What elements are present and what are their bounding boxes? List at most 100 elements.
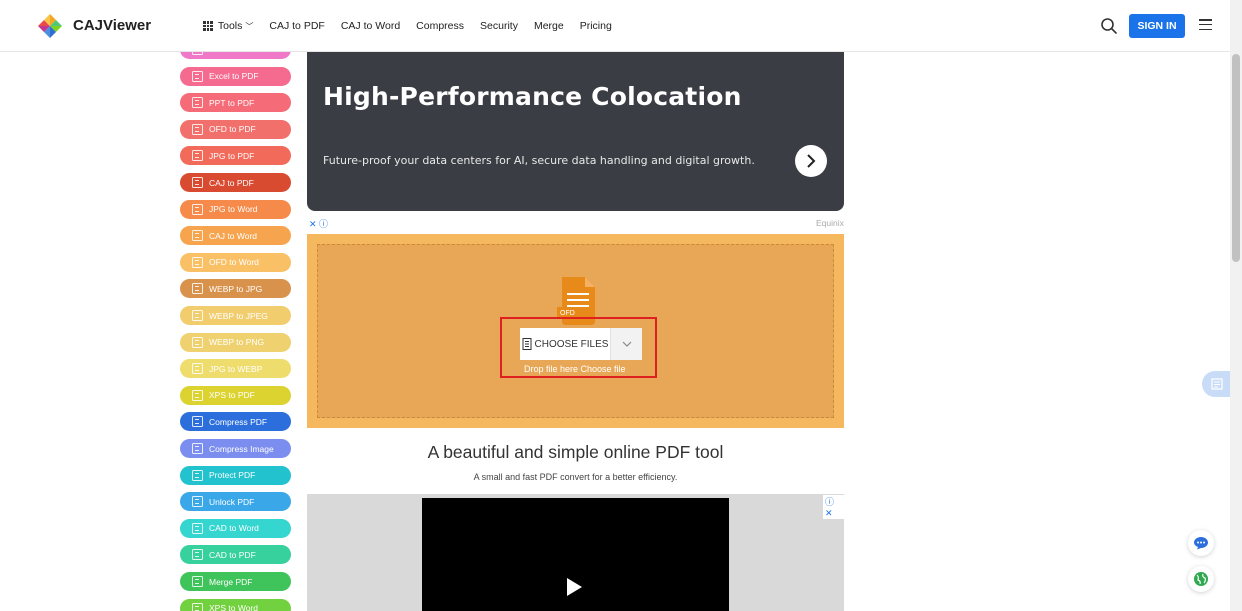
sidebar-item[interactable]: Protect PDF — [180, 465, 291, 485]
sign-in-button[interactable]: SIGN IN — [1129, 14, 1185, 38]
sidebar-item-label: XPS to Word — [209, 603, 258, 611]
sidebar-item[interactable]: OFD to Word — [180, 252, 291, 272]
tool-icon — [192, 522, 203, 534]
video-ad-close-icon[interactable]: ⓘ ✕ — [823, 495, 844, 519]
sidebar-item-label: JPG to Word — [209, 204, 258, 215]
tool-icon — [192, 336, 203, 348]
search-icon[interactable] — [1100, 17, 1118, 35]
chat-button[interactable] — [1188, 530, 1214, 556]
sidebar-item[interactable]: Excel to PDF — [180, 66, 291, 86]
sidebar-item[interactable]: CAJ to PDF — [180, 173, 291, 192]
language-button[interactable] — [1188, 566, 1214, 592]
nav-pricing[interactable]: Pricing — [580, 20, 612, 32]
nav-security[interactable]: Security — [480, 20, 518, 32]
sidebar-item-label: CAD to PDF — [209, 549, 256, 560]
ad-close-icon[interactable]: ✕ ⓘ — [309, 217, 328, 230]
sidebar-item-label: WEBP to JPEG — [209, 310, 268, 321]
sidebar-item-label: CAJ to Word — [209, 230, 258, 241]
nav-compress[interactable]: Compress — [416, 20, 464, 32]
ad-subtitle: Future-proof your data centers for AI, s… — [323, 154, 755, 167]
video-ad[interactable]: ⓘ ✕ — [307, 494, 844, 611]
ad-banner[interactable]: High-Performance Colocation Future-proof… — [307, 52, 844, 211]
sidebar-item[interactable]: JPG to Word — [180, 199, 291, 219]
grid-icon — [203, 21, 213, 31]
tool-icon — [192, 203, 203, 215]
sidebar-item[interactable]: CAJ to Word — [180, 226, 291, 246]
sidebar-item[interactable]: Merge PDF — [180, 572, 291, 591]
file-upload-icon — [522, 338, 532, 350]
brand-name[interactable]: CAJViewer — [73, 17, 151, 34]
sidebar-item[interactable]: OFD to PDF — [180, 119, 291, 139]
tool-icon — [192, 469, 203, 481]
choose-files-dropdown[interactable] — [610, 328, 642, 360]
tool-icon — [192, 177, 203, 188]
hamburger-menu-icon[interactable] — [1199, 19, 1212, 31]
sidebar-item[interactable]: CAD to Word — [180, 518, 291, 538]
nav-merge[interactable]: Merge — [534, 20, 564, 32]
document-icon — [1211, 378, 1223, 390]
ad-next-button[interactable] — [795, 145, 827, 177]
sidebar-item[interactable]: XPS to Word — [180, 598, 291, 611]
tool-icon — [192, 97, 203, 109]
tool-icon — [192, 283, 203, 295]
sidebar-item[interactable]: Unlock PDF — [180, 492, 291, 512]
sidebar-item-label: JPG to WEBP — [209, 363, 263, 374]
main-heading: A beautiful and simple online PDF tool — [427, 442, 724, 462]
drop-file-hint: Drop file here Choose file — [524, 364, 626, 374]
sidebar-item[interactable]: CAD to PDF — [180, 545, 291, 565]
nav-caj-to-pdf[interactable]: CAJ to PDF — [269, 20, 324, 32]
scrollbar-thumb[interactable] — [1232, 54, 1240, 262]
ad-source[interactable]: Equinix — [816, 218, 844, 228]
tool-icon — [192, 256, 203, 268]
main-subheading: A small and fast PDF convert for a bette… — [473, 472, 678, 482]
nav-tools[interactable]: Tools ﹀ — [203, 20, 253, 32]
chat-icon — [1194, 537, 1208, 550]
sidebar-item-label: CAD to Word — [209, 523, 259, 534]
top-navbar: CAJViewer Tools ﹀ CAJ to PDF CAJ to Word… — [0, 0, 1230, 52]
side-feedback-tab[interactable] — [1202, 371, 1232, 397]
sidebar-item[interactable]: JPG to PDF — [180, 146, 291, 166]
sidebar-item-label: Compress Image — [209, 443, 274, 454]
nav-caj-to-word[interactable]: CAJ to Word — [341, 20, 400, 32]
main-nav: Tools ﹀ CAJ to PDF CAJ to Word Compress … — [203, 0, 628, 52]
tool-icon — [192, 549, 203, 561]
sidebar-item-label: JPG to PDF — [209, 150, 255, 161]
tool-icon — [192, 70, 203, 82]
nav-tools-label: Tools — [217, 20, 243, 32]
tool-icon — [192, 363, 203, 375]
sidebar-item[interactable]: XPS to PDF — [180, 385, 291, 405]
sidebar-item-label: Unlock PDF — [209, 496, 255, 507]
sidebar-item[interactable]: Compress PDF — [180, 412, 291, 432]
tool-icon — [192, 310, 203, 321]
sidebar-item-label: WEBP to JPG — [209, 283, 263, 294]
cajviewer-logo-icon[interactable] — [37, 13, 63, 39]
sidebar-item-label: OFD to PDF — [209, 124, 256, 135]
file-tag: OFD — [560, 310, 575, 317]
tool-icon — [192, 576, 203, 587]
sidebar-item[interactable]: PPT to PDF — [180, 93, 291, 113]
tool-icon — [192, 230, 203, 242]
globe-icon — [1194, 572, 1208, 586]
page: CAJViewer Tools ﹀ CAJ to PDF CAJ to Word… — [0, 0, 1242, 611]
sidebar-item[interactable]: JPG to WEBP — [180, 359, 291, 379]
sidebar-item[interactable]: Compress Image — [180, 439, 291, 458]
sidebar-item-label: OFD to Word — [209, 257, 259, 268]
tool-icon — [192, 416, 203, 428]
sidebar-item-label: Merge PDF — [209, 576, 253, 587]
sidebar-item-label: Excel to PDF — [209, 71, 259, 82]
tool-icon — [192, 389, 203, 401]
sidebar-item-label: Protect PDF — [209, 470, 256, 481]
chevron-right-icon — [807, 154, 816, 168]
choose-files-button[interactable]: CHOOSE FILES — [520, 328, 610, 360]
chevron-down-icon: ﹀ — [245, 21, 254, 31]
choose-files-label: CHOOSE FILES — [534, 338, 609, 350]
play-icon[interactable] — [567, 578, 582, 596]
ad-title: High-Performance Colocation — [323, 82, 742, 111]
tool-icon — [192, 443, 203, 454]
sidebar-item[interactable]: WEBP to JPEG — [180, 306, 291, 325]
sidebar-item-label: WEBP to PNG — [209, 337, 265, 348]
sidebar-item[interactable]: WEBP to JPG — [180, 279, 291, 299]
sidebar-item[interactable]: WEBP to PNG — [180, 332, 291, 352]
sidebar-item-label: CAJ to PDF — [209, 177, 254, 188]
video-player[interactable] — [422, 498, 729, 611]
